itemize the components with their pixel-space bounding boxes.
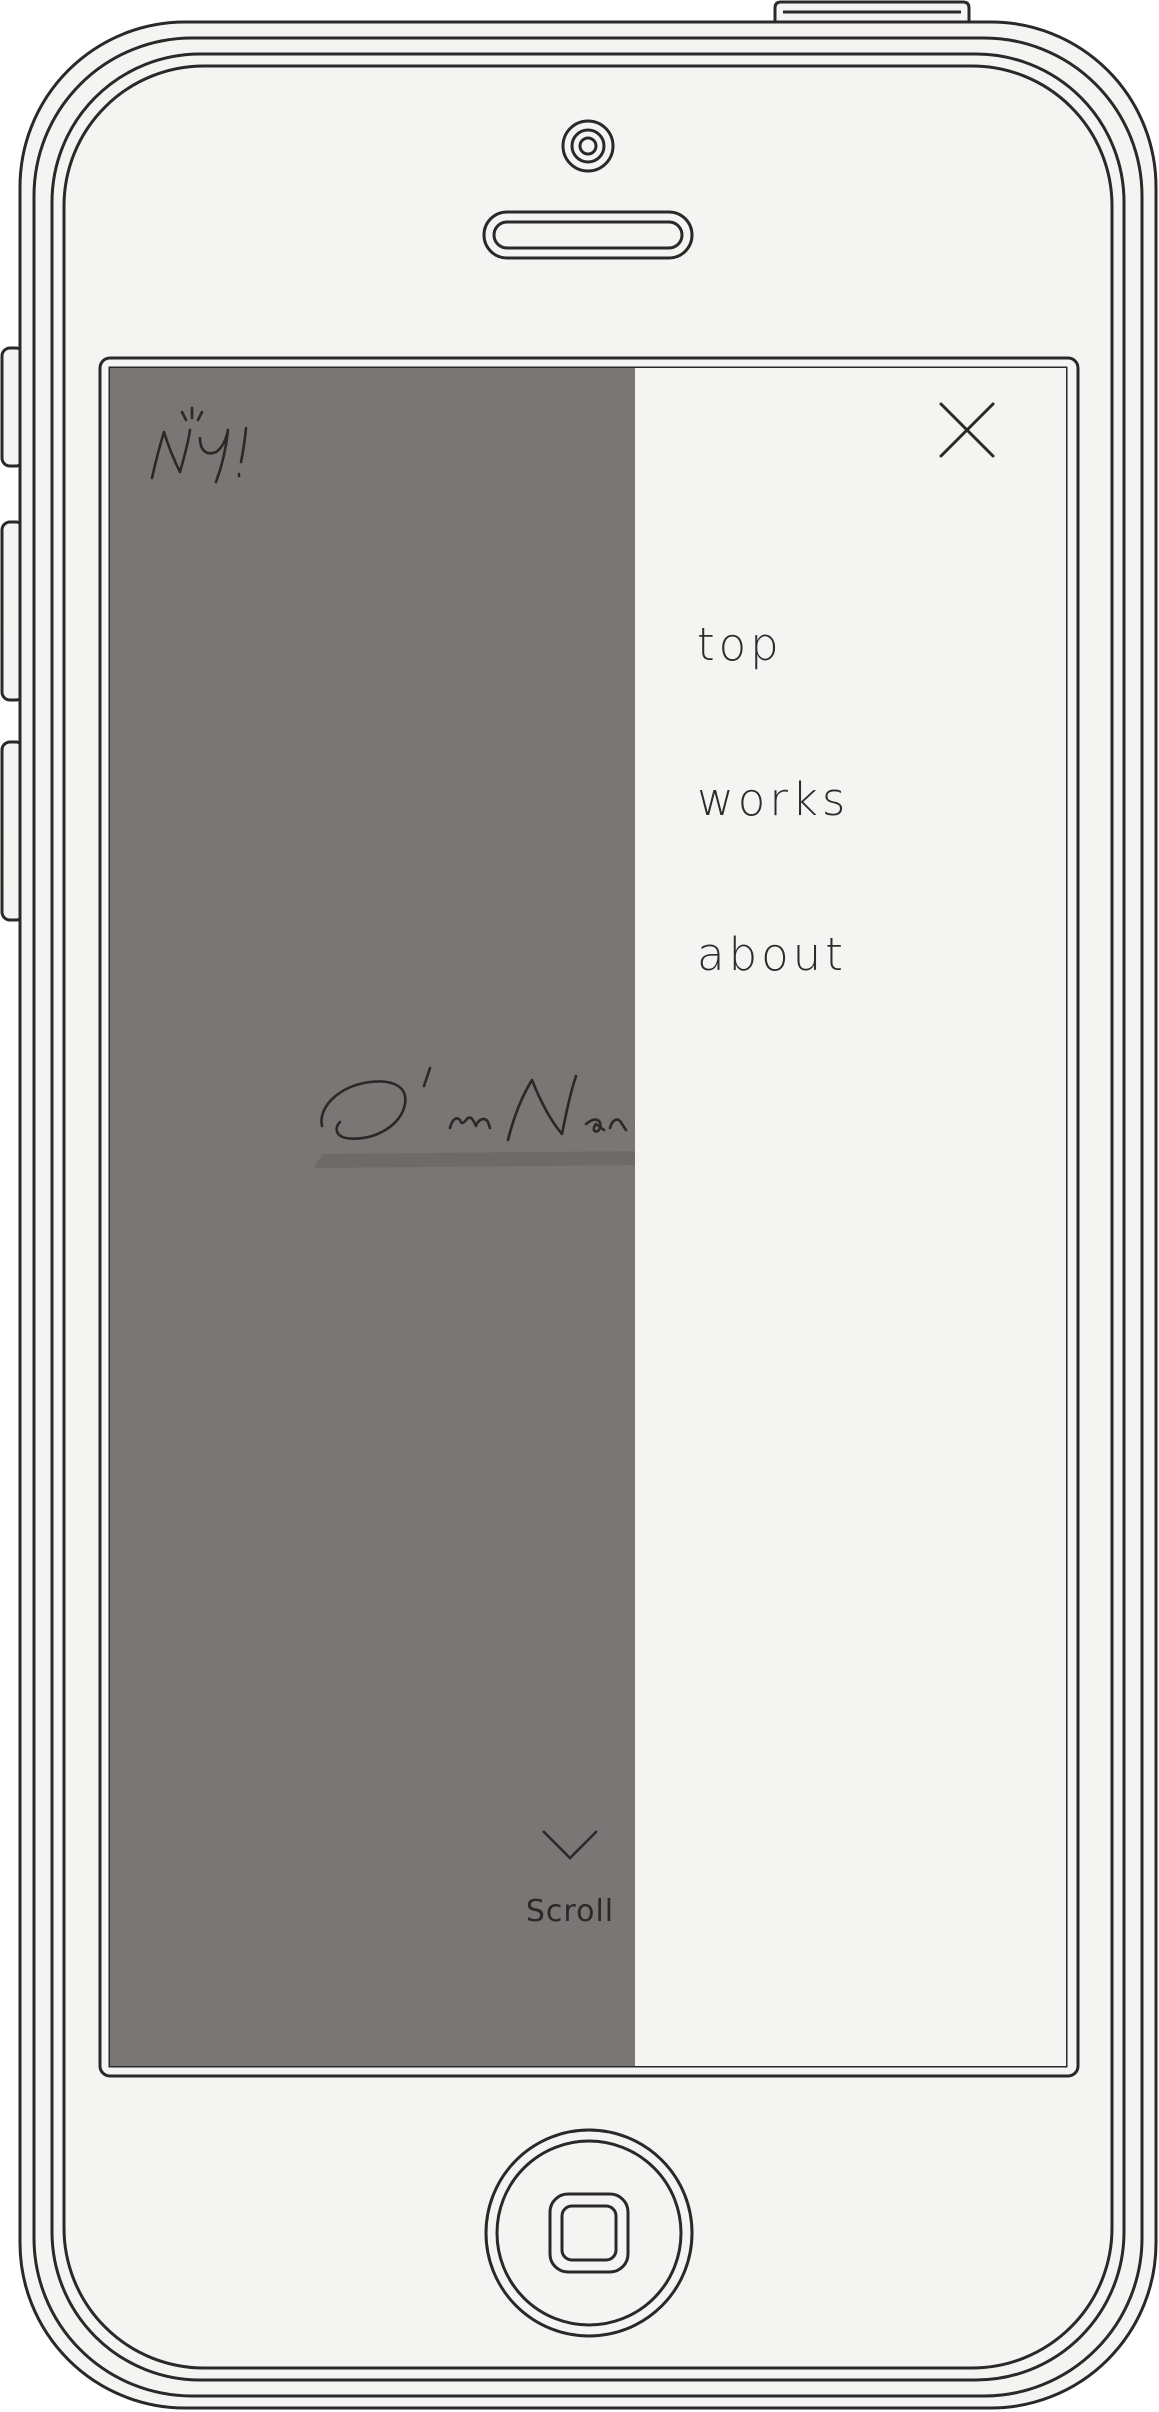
home-button-icon [484,2128,694,2338]
scroll-hint[interactable]: Scroll [515,1828,625,1958]
scroll-label: Scroll [525,1894,615,1929]
hero-signature [314,1066,635,1168]
home-button[interactable] [484,2128,694,2338]
nav-item-works[interactable]: works [697,773,849,928]
page-overlay[interactable]: Scroll [110,368,635,2066]
close-menu-button[interactable] [935,398,999,462]
app-screen: Scroll top works about [110,368,1066,2066]
nav-menu: top works about [697,618,849,1083]
nav-item-about[interactable]: about [697,928,849,1083]
chevron-down-icon [542,1830,598,1860]
nav-drawer: top works about [635,368,1066,2066]
close-icon [939,402,995,458]
site-logo[interactable] [146,400,266,490]
nav-item-top[interactable]: top [697,618,849,773]
